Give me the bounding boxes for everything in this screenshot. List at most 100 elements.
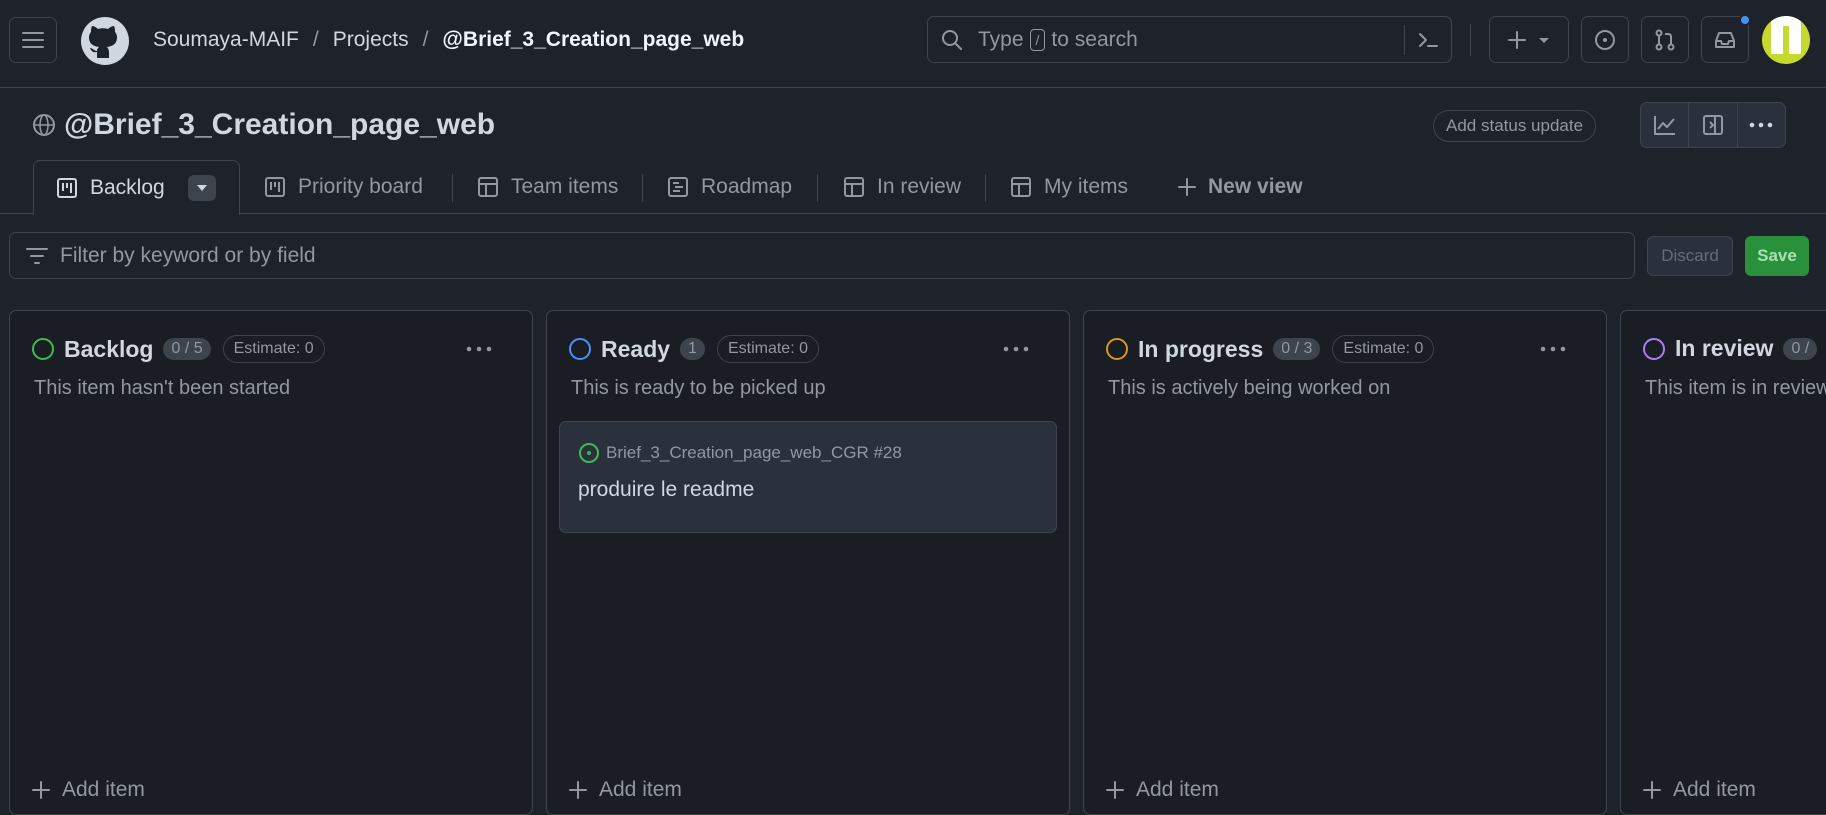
project-actions bbox=[1640, 102, 1786, 148]
item-count-badge: 1 bbox=[680, 338, 705, 360]
search-prefix: Type bbox=[978, 27, 1024, 51]
kebab-horizontal-icon bbox=[1003, 346, 1029, 352]
triangle-down-icon bbox=[197, 185, 207, 191]
side-panel-button[interactable] bbox=[1689, 103, 1738, 147]
breadcrumb-project[interactable]: @Brief_3_Creation_page_web bbox=[442, 28, 744, 52]
tab-divider bbox=[642, 174, 643, 202]
github-logo-icon[interactable] bbox=[80, 16, 130, 66]
add-item-button[interactable]: Add item bbox=[1106, 778, 1219, 802]
project-header: @Brief_3_Creation_page_web bbox=[32, 108, 495, 142]
tab-label: Priority board bbox=[298, 175, 423, 198]
issue-icon bbox=[1595, 29, 1615, 50]
tab-label: In review bbox=[877, 175, 962, 198]
filter-placeholder: Filter by keyword or by field bbox=[60, 243, 316, 267]
breadcrumb-separator: / bbox=[422, 28, 429, 51]
card-repo-label[interactable]: Brief_3_Creation_page_web_CGR #28 bbox=[606, 443, 902, 463]
filter-icon bbox=[26, 247, 48, 264]
card-title[interactable]: produire le readme bbox=[578, 478, 754, 502]
view-options-button[interactable] bbox=[188, 175, 216, 201]
column-menu-button[interactable] bbox=[464, 339, 494, 359]
column-description: This item hasn't been started bbox=[34, 377, 291, 399]
tab-label: Team items bbox=[511, 175, 619, 198]
hamburger-icon bbox=[22, 32, 44, 48]
tab-divider bbox=[452, 174, 453, 202]
tab-label: My items bbox=[1044, 175, 1128, 198]
graph-icon bbox=[1653, 116, 1675, 135]
item-count-badge: 0 / 3 bbox=[1273, 338, 1321, 360]
issues-button[interactable] bbox=[1581, 16, 1629, 63]
view-tabs: Backlog Priority board Team items Roadma… bbox=[0, 160, 1826, 215]
kebab-horizontal-icon bbox=[466, 346, 492, 352]
column-menu-button[interactable] bbox=[1538, 339, 1568, 359]
command-palette-icon[interactable] bbox=[1415, 27, 1441, 53]
search-suffix: to search bbox=[1051, 27, 1138, 51]
kebab-horizontal-icon bbox=[1750, 122, 1773, 128]
menu-button[interactable] bbox=[9, 17, 57, 63]
plus-icon bbox=[569, 781, 587, 799]
column-menu-button[interactable] bbox=[1001, 339, 1031, 359]
column-title: Backlog bbox=[64, 335, 154, 362]
pull-requests-button[interactable] bbox=[1641, 16, 1689, 63]
plus-icon bbox=[1643, 781, 1661, 799]
add-item-button[interactable]: Add item bbox=[1643, 778, 1756, 802]
status-circle-icon bbox=[1643, 337, 1665, 360]
open-issue-icon bbox=[579, 443, 599, 463]
globe-icon bbox=[33, 114, 55, 136]
search-divider bbox=[1404, 25, 1405, 55]
item-count-badge: 0 / 5 bbox=[163, 338, 211, 360]
estimate-badge: Estimate: 0 bbox=[222, 335, 325, 363]
board-icon bbox=[57, 178, 77, 198]
tab-divider bbox=[817, 174, 818, 202]
breadcrumb: Soumaya-MAIF / Projects / @Brief_3_Creat… bbox=[153, 28, 744, 52]
new-view-label: New view bbox=[1208, 175, 1303, 198]
search-input[interactable]: Type / to search bbox=[927, 16, 1452, 63]
create-new-button[interactable] bbox=[1489, 16, 1569, 63]
board-icon bbox=[265, 177, 285, 197]
header-divider bbox=[1470, 24, 1471, 56]
status-circle-icon bbox=[32, 338, 54, 360]
breadcrumb-projects[interactable]: Projects bbox=[333, 28, 409, 52]
column-in-progress: In progress 0 / 3 Estimate: 0 This is ac… bbox=[1083, 310, 1607, 815]
search-icon bbox=[942, 29, 962, 50]
plus-icon bbox=[32, 781, 50, 799]
column-title: In review bbox=[1675, 335, 1774, 361]
tab-team-items[interactable]: Team items bbox=[477, 160, 618, 214]
plus-icon bbox=[1508, 30, 1526, 49]
plus-icon bbox=[1106, 781, 1124, 799]
filter-input[interactable]: Filter by keyword or by field bbox=[9, 232, 1635, 279]
column-description: This is ready to be picked up bbox=[571, 377, 826, 399]
tab-my-items[interactable]: My items bbox=[1010, 160, 1128, 214]
tab-backlog-label: Backlog bbox=[90, 176, 165, 199]
item-count-badge: 0 / bbox=[1783, 337, 1818, 360]
side-panel-icon bbox=[1702, 115, 1723, 135]
add-item-button[interactable]: Add item bbox=[32, 778, 145, 802]
more-options-button[interactable] bbox=[1738, 103, 1785, 147]
search-placeholder: Type / to search bbox=[978, 28, 1138, 52]
column-title: In progress bbox=[1138, 335, 1264, 362]
column-header: Ready 1 Estimate: 0 bbox=[569, 335, 819, 363]
tab-priority-board[interactable]: Priority board bbox=[264, 160, 423, 214]
save-button[interactable]: Save bbox=[1745, 236, 1809, 276]
tab-divider bbox=[985, 174, 986, 202]
page-title: @Brief_3_Creation_page_web bbox=[64, 108, 496, 141]
add-item-label: Add item bbox=[1673, 778, 1756, 801]
breadcrumb-owner[interactable]: Soumaya-MAIF bbox=[153, 28, 299, 52]
new-view-button[interactable]: New view bbox=[1178, 160, 1303, 214]
tab-backlog[interactable]: Backlog bbox=[33, 160, 240, 215]
column-title: Ready bbox=[601, 335, 671, 362]
tab-roadmap[interactable]: Roadmap bbox=[667, 160, 792, 214]
issue-card[interactable]: Brief_3_Creation_page_web_CGR #28 produi… bbox=[559, 421, 1057, 533]
estimate-badge: Estimate: 0 bbox=[716, 335, 819, 363]
add-status-update-button[interactable]: Add status update bbox=[1433, 110, 1597, 142]
add-item-button[interactable]: Add item bbox=[569, 778, 682, 802]
insights-button[interactable] bbox=[1641, 103, 1690, 147]
discard-button[interactable]: Discard bbox=[1647, 236, 1733, 276]
tab-label: Roadmap bbox=[701, 175, 793, 198]
chevron-down-icon bbox=[1539, 37, 1549, 43]
avatar[interactable] bbox=[1762, 16, 1810, 64]
roadmap-icon bbox=[668, 177, 688, 197]
tab-in-review[interactable]: In review bbox=[843, 160, 961, 214]
column-description: This is actively being worked on bbox=[1108, 377, 1391, 399]
plus-icon bbox=[1178, 178, 1196, 196]
top-bar: Soumaya-MAIF / Projects / @Brief_3_Creat… bbox=[0, 0, 1826, 88]
